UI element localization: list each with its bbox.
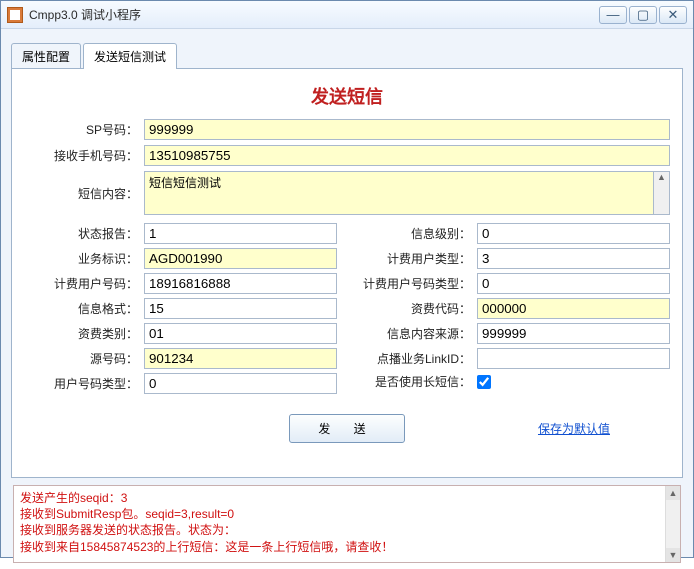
close-button[interactable]: ✕ <box>659 6 687 24</box>
feeuser-input[interactable] <box>144 273 337 294</box>
content-area: 属性配置 发送短信测试 发送短信 SP号码： 接收手机号码： 短信内容： 短信短… <box>1 29 693 569</box>
label-feeuser: 计费用户号码： <box>24 275 144 292</box>
log-line: 接收到来自15845874523的上行短信：这是一条上行短信哦，请查收！ <box>20 539 674 555</box>
maximize-button[interactable]: ▢ <box>629 6 657 24</box>
label-usertype: 用户号码类型： <box>24 375 144 392</box>
save-default-link[interactable]: 保存为默认值 <box>538 420 610 437</box>
tab-properties[interactable]: 属性配置 <box>11 43 81 69</box>
feenumtype-input[interactable] <box>477 273 670 294</box>
msglvl-input[interactable] <box>477 223 670 244</box>
feecat-input[interactable] <box>144 323 337 344</box>
tab-send-sms[interactable]: 发送短信测试 <box>83 43 177 69</box>
sp-input[interactable] <box>144 119 670 140</box>
label-feeutype: 计费用户类型： <box>357 250 477 267</box>
label-feenumtype: 计费用户号码类型： <box>357 275 477 292</box>
label-feecode: 资费代码： <box>357 300 477 317</box>
label-phone: 接收手机号码： <box>24 147 144 164</box>
label-srcnum: 源号码： <box>24 350 144 367</box>
log-line: 接收到服务器发送的状态报告。状态为： <box>20 522 674 538</box>
status-input[interactable] <box>144 223 337 244</box>
feeutype-input[interactable] <box>477 248 670 269</box>
log-line: 发送产生的seqid：3 <box>20 490 674 506</box>
srcnum-input[interactable] <box>144 348 337 369</box>
send-sms-panel: 发送短信 SP号码： 接收手机号码： 短信内容： 短信短信测试 ▲ 状态报告： … <box>11 68 683 478</box>
titlebar[interactable]: Cmpp3.0 调试小程序 ― ▢ ✕ <box>1 1 693 29</box>
label-fmt: 信息格式： <box>24 300 144 317</box>
panel-heading: 发送短信 <box>24 83 670 109</box>
label-msglvl: 信息级别： <box>357 225 477 242</box>
scroll-down-icon[interactable]: ▼ <box>666 548 680 562</box>
textarea-scrollbar[interactable]: ▲ <box>654 171 670 215</box>
label-linkid: 点播业务LinkID： <box>357 350 477 367</box>
app-window: Cmpp3.0 调试小程序 ― ▢ ✕ 属性配置 发送短信测试 发送短信 SP号… <box>0 0 694 558</box>
log-scrollbar[interactable]: ▲ ▼ <box>665 486 680 562</box>
label-sp: SP号码： <box>24 121 144 138</box>
linkid-input[interactable] <box>477 348 670 369</box>
fmt-input[interactable] <box>144 298 337 319</box>
label-content: 短信内容： <box>24 185 144 202</box>
bizid-input[interactable] <box>144 248 337 269</box>
feecode-input[interactable] <box>477 298 670 319</box>
label-infosrc: 信息内容来源： <box>357 325 477 342</box>
longsms-checkbox[interactable] <box>477 375 491 389</box>
label-longsms: 是否使用长短信： <box>357 373 477 390</box>
infosrc-input[interactable] <box>477 323 670 344</box>
label-bizid: 业务标识： <box>24 250 144 267</box>
tab-bar: 属性配置 发送短信测试 <box>11 43 683 69</box>
send-button[interactable]: 发 送 <box>289 414 404 443</box>
label-status: 状态报告： <box>24 225 144 242</box>
usertype-input[interactable] <box>144 373 337 394</box>
label-feecat: 资费类别： <box>24 325 144 342</box>
content-textarea[interactable]: 短信短信测试 <box>144 171 654 215</box>
log-line: 接收到SubmitResp包。seqid=3,result=0 <box>20 506 674 522</box>
minimize-button[interactable]: ― <box>599 6 627 24</box>
window-title: Cmpp3.0 调试小程序 <box>29 6 599 23</box>
scroll-up-icon[interactable]: ▲ <box>666 486 680 500</box>
log-panel: 发送产生的seqid：3 接收到SubmitResp包。seqid=3,resu… <box>13 485 681 563</box>
app-icon <box>7 7 23 23</box>
phone-input[interactable] <box>144 145 670 166</box>
